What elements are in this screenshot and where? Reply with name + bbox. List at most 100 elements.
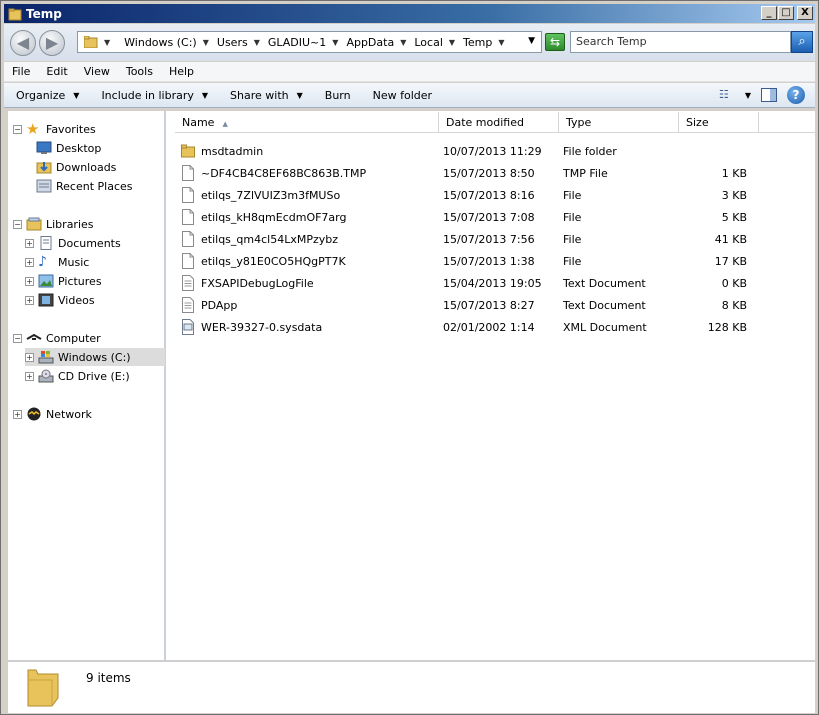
search-input[interactable]: Search Temp — [570, 31, 791, 53]
expand-icon[interactable]: + — [25, 352, 34, 362]
address-bar[interactable]: ▼ Windows (C:) ▼ Users ▼ GLADIU~1 ▼ AppData… — [77, 31, 542, 53]
file-row[interactable]: ~DF4CB4C8EF68BC863B.TMP 15/07/2013 8:50 TM… — [181, 162, 801, 184]
nav-music[interactable]: + ♪ Music — [25, 253, 89, 271]
nav-cd-drive[interactable]: + CD Drive (E:) — [25, 367, 130, 385]
expand-icon[interactable]: + — [25, 238, 34, 248]
file-type: File — [563, 210, 582, 224]
collapse-icon[interactable]: − — [13, 219, 22, 229]
menu-edit[interactable]: Edit — [38, 65, 75, 78]
column-header-size[interactable]: Size — [679, 112, 759, 133]
file-name-cell: FXSAPIDebugLogFile — [181, 275, 435, 291]
explorer-window: Temp _ □ X ◀ ▶ ▼ Windows (C:) ▼ Users ▼ GL… — [0, 0, 819, 715]
file-name: PDApp — [201, 298, 238, 312]
file-row[interactable]: msdtadmin 10/07/2013 11:29 File folder — [181, 140, 801, 162]
chevron-down-icon[interactable]: ▼ — [400, 38, 406, 47]
breadcrumb-item[interactable]: Users ▼ — [217, 36, 260, 49]
chevron-down-icon[interactable]: ▼ — [498, 38, 504, 47]
file-row[interactable]: WER-39327-0.sysdata 02/01/2002 1:14 XML Do… — [181, 316, 801, 338]
file-name: ~DF4CB4C8EF68BC863B.TMP — [201, 166, 367, 180]
chevron-down-icon[interactable]: ▼ — [332, 38, 338, 47]
pictures-icon — [38, 274, 54, 288]
file-date: 15/07/2013 8:27 — [443, 298, 535, 312]
text-document-icon — [181, 275, 195, 291]
close-button[interactable]: X — [797, 6, 813, 20]
file-name-cell: WER-39327-0.sysdata — [181, 319, 435, 335]
view-options-icon[interactable]: ☷ — [719, 88, 735, 102]
chevron-down-icon[interactable]: ▼ — [449, 38, 455, 47]
column-header-type[interactable]: Type — [559, 112, 679, 133]
computer-icon — [26, 333, 42, 340]
help-icon[interactable]: ? — [787, 86, 805, 104]
search-button[interactable]: ⌕ — [791, 31, 813, 53]
expand-icon[interactable]: + — [25, 295, 34, 305]
nav-windows-c[interactable]: + Windows (C:) — [25, 348, 165, 366]
breadcrumb-item[interactable]: Local ▼ — [414, 36, 455, 49]
chevron-down-icon[interactable]: ▼ — [254, 38, 260, 47]
menu-view[interactable]: View — [76, 65, 118, 78]
breadcrumb-item[interactable]: Temp ▼ — [463, 36, 504, 49]
nav-documents[interactable]: + Documents — [25, 234, 121, 252]
file-size: 0 KB — [721, 276, 747, 290]
file-icon — [181, 231, 195, 247]
maximize-button[interactable]: □ — [778, 6, 794, 20]
menu-help[interactable]: Help — [161, 65, 202, 78]
nav-recent-places[interactable]: Recent Places — [36, 177, 133, 195]
file-row[interactable]: etilqs_7ZlVUIZ3m3fMUSo 15/07/2013 8:16 Fil… — [181, 184, 801, 206]
address-dropdown-icon[interactable]: ▼ — [528, 36, 535, 46]
refresh-button[interactable]: ⇆ — [545, 33, 565, 51]
column-header-name[interactable]: Name ▲ — [175, 112, 439, 133]
chevron-down-icon[interactable]: ▼ — [745, 91, 751, 100]
file-row[interactable]: etilqs_y81E0CO5HQgPT7K 15/07/2013 1:38 Fil… — [181, 250, 801, 272]
new-folder-button[interactable]: New folder — [365, 89, 440, 102]
file-name-cell: ~DF4CB4C8EF68BC863B.TMP — [181, 165, 435, 181]
nav-network[interactable]: + Network — [13, 405, 92, 423]
breadcrumb-item[interactable]: AppData ▼ — [346, 36, 406, 49]
expand-icon[interactable]: + — [25, 276, 34, 286]
nav-computer[interactable]: − Computer — [13, 329, 101, 347]
breadcrumb-item[interactable]: Windows (C:) ▼ — [124, 36, 209, 49]
back-arrow-icon: ◀ — [16, 33, 30, 52]
include-in-library-button[interactable]: Include in library ▼ — [93, 89, 216, 102]
menu-file[interactable]: File — [4, 65, 38, 78]
forward-button[interactable]: ▶ — [39, 30, 65, 56]
nav-downloads[interactable]: Downloads — [36, 158, 116, 176]
expand-icon[interactable]: + — [25, 371, 34, 381]
nav-pictures[interactable]: + Pictures — [25, 272, 102, 290]
expand-icon[interactable]: + — [13, 409, 22, 419]
file-size: 41 KB — [714, 232, 747, 246]
file-date: 15/07/2013 7:08 — [443, 210, 535, 224]
forward-arrow-icon: ▶ — [45, 33, 59, 52]
minimize-button[interactable]: _ — [761, 6, 777, 20]
chevron-down-icon: ▼ — [296, 90, 303, 100]
file-row[interactable]: PDApp 15/07/2013 8:27 Text Document 8 KB — [181, 294, 801, 316]
nav-videos[interactable]: + Videos — [25, 291, 95, 309]
back-button[interactable]: ◀ — [10, 30, 36, 56]
chevron-down-icon[interactable]: ▼ — [203, 38, 209, 47]
nav-favorites[interactable]: − ★ Favorites — [13, 120, 96, 138]
desktop-icon — [36, 141, 52, 154]
menu-tools[interactable]: Tools — [118, 65, 161, 78]
breadcrumb-separator[interactable]: ▼ — [104, 38, 116, 47]
file-row[interactable]: etilqs_kH8qmEcdmOF7arg 15/07/2013 7:08 Fil… — [181, 206, 801, 228]
organize-button[interactable]: Organize ▼ — [4, 89, 87, 102]
preview-pane-icon[interactable] — [761, 88, 777, 102]
expand-icon[interactable]: + — [25, 257, 34, 267]
collapse-icon[interactable]: − — [13, 333, 22, 343]
folder-icon — [181, 143, 195, 159]
file-name: etilqs_kH8qmEcdmOF7arg — [201, 210, 347, 224]
burn-button[interactable]: Burn — [317, 89, 359, 102]
file-row[interactable]: FXSAPIDebugLogFile 15/04/2013 19:05 Text D… — [181, 272, 801, 294]
file-date: 15/07/2013 8:50 — [443, 166, 535, 180]
title-bar[interactable]: Temp _ □ X — [4, 4, 815, 23]
file-type: File folder — [563, 144, 617, 158]
column-header-date[interactable]: Date modified — [439, 112, 559, 133]
collapse-icon[interactable]: − — [13, 124, 22, 134]
file-name-cell: etilqs_qm4cl54LxMPzybz — [181, 231, 435, 247]
breadcrumb-item[interactable]: GLADIU~1 ▼ — [268, 36, 339, 49]
file-name: msdtadmin — [201, 144, 264, 158]
nav-libraries[interactable]: − Libraries — [13, 215, 94, 233]
file-row[interactable]: etilqs_qm4cl54LxMPzybz 15/07/2013 7:56 Fil… — [181, 228, 801, 250]
file-date: 15/07/2013 8:16 — [443, 188, 535, 202]
nav-desktop[interactable]: Desktop — [36, 139, 101, 157]
share-with-button[interactable]: Share with ▼ — [222, 89, 311, 102]
